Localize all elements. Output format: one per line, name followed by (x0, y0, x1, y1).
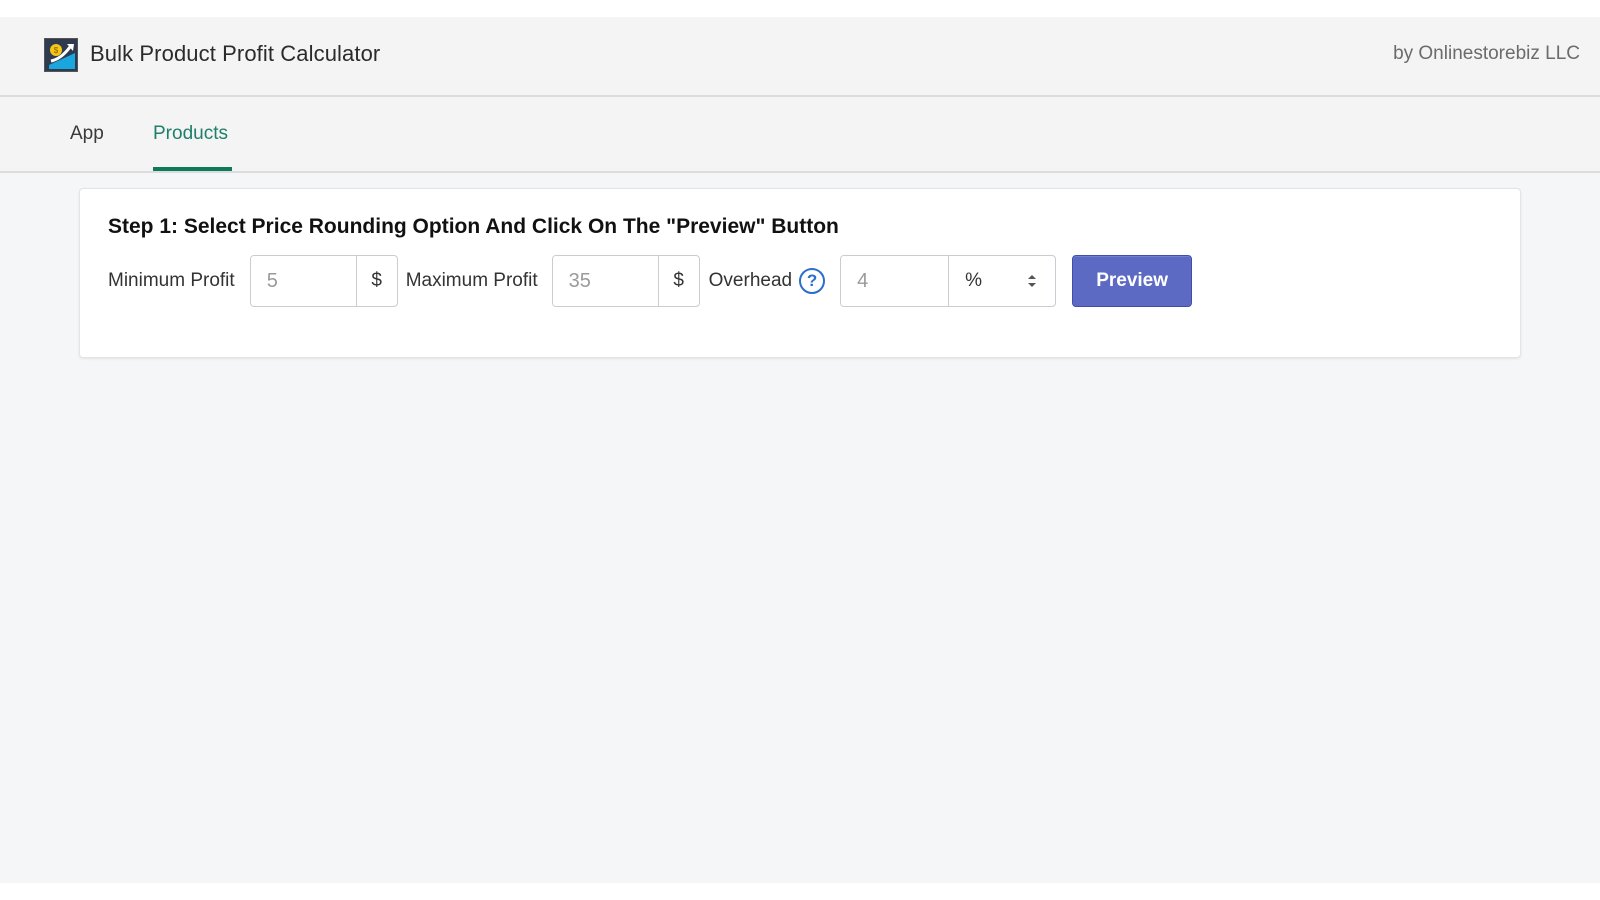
min-profit-group: $ (249, 255, 398, 307)
tab-products-label: Products (153, 123, 228, 144)
overhead-unit-value: % (965, 270, 983, 291)
app-logo-icon: $ (44, 38, 78, 72)
help-icon[interactable]: ? (799, 268, 826, 294)
min-profit-label: Minimum Profit (108, 270, 235, 291)
preview-button[interactable]: Preview (1072, 255, 1193, 307)
step1-title: Step 1: Select Price Rounding Option And… (108, 215, 839, 238)
tab-app[interactable]: App (70, 123, 104, 171)
max-profit-group: $ (551, 255, 700, 307)
min-profit-currency: $ (355, 256, 397, 306)
min-profit-input[interactable] (250, 256, 356, 306)
overhead-label: Overhead (708, 270, 793, 291)
app-header: $ Bulk Product Profit Calculator by Onli… (0, 17, 1600, 97)
tab-products[interactable]: Products (153, 123, 232, 171)
tab-app-label: App (70, 123, 104, 144)
nav-tabs: App Products (0, 97, 1600, 173)
overhead-group: % (840, 255, 1057, 307)
select-arrows-icon (1028, 275, 1037, 287)
step1-card: Step 1: Select Price Rounding Option And… (79, 188, 1521, 358)
overhead-input[interactable] (841, 256, 949, 306)
app-page: $ Bulk Product Profit Calculator by Onli… (0, 17, 1600, 883)
app-title: Bulk Product Profit Calculator (90, 41, 381, 66)
profit-settings-row: Minimum Profit $ Maximum Profit $ Overhe… (108, 255, 1193, 307)
overhead-unit-select[interactable]: % (948, 256, 1055, 306)
max-profit-currency: $ (657, 256, 699, 306)
active-tab-indicator (153, 167, 232, 171)
svg-text:$: $ (54, 46, 59, 55)
developer-credit: by Onlinestorebiz LLC (1393, 43, 1580, 64)
max-profit-input[interactable] (552, 256, 658, 306)
max-profit-label: Maximum Profit (405, 270, 538, 291)
